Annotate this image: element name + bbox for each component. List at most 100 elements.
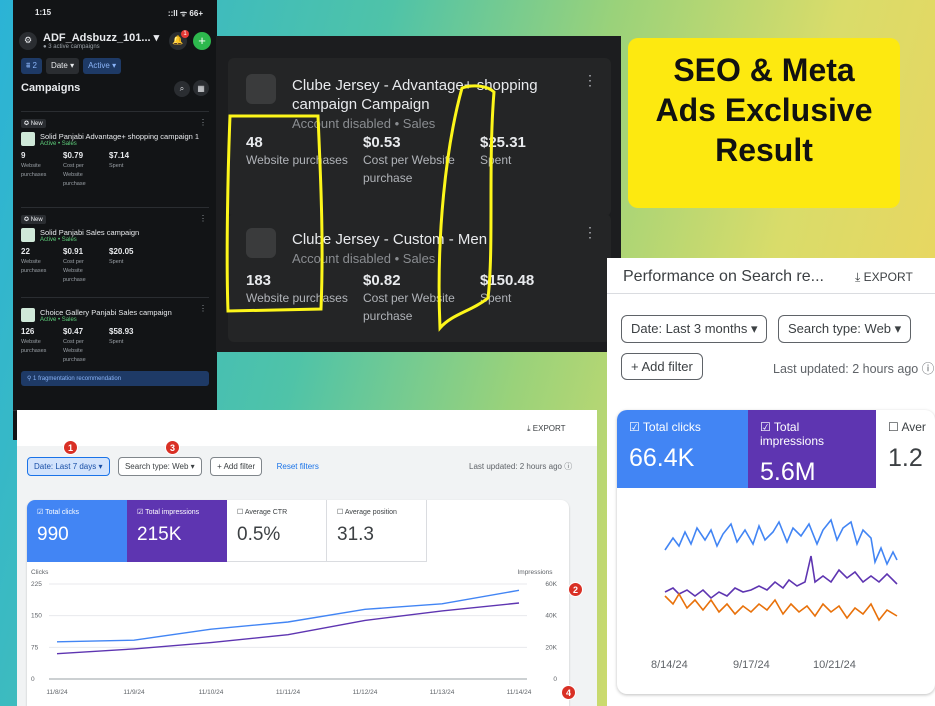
marker-badge: 2 (568, 582, 583, 597)
create-button[interactable]: + (193, 31, 211, 50)
campaign-name: Solid Panjabi Sales campaign (40, 227, 140, 237)
x-tick-label: 11/13/24 (430, 689, 455, 696)
average-position-card[interactable]: ☐ Average position 31.3 (327, 500, 427, 562)
add-filter-button[interactable]: + Add filter (621, 353, 703, 380)
trend-chart: 8/14/24 9/17/24 10/21/24 (651, 518, 898, 671)
active-filter-chip[interactable]: Active ▾ (83, 58, 122, 74)
table-view-icon[interactable]: ▦ (193, 80, 209, 96)
new-badge: ✪ New (21, 214, 46, 224)
checkbox-icon: ☑ (760, 420, 771, 434)
metric-label: Spent (109, 338, 124, 345)
recommendation-banner[interactable]: ⚲ 1 fragmentation recommendation (21, 370, 209, 386)
more-options-icon[interactable]: ⋮ (199, 304, 207, 313)
more-options-icon[interactable]: ⋮ (199, 118, 207, 127)
last-updated: Last updated: 2 hours ago ⓘ (469, 461, 572, 472)
yellow-highlight-marks (225, 84, 496, 332)
campaign-card[interactable]: ✪ New ⋮ Solid Panjabi Sales campaign Acti… (21, 206, 209, 283)
metrics-chart-card: ☑ Total clicks 66.4K ☑ Total impressions… (617, 410, 935, 694)
add-filter-button[interactable]: + Add filter (210, 457, 263, 476)
search-type-filter[interactable]: Search type: Web ▾ (777, 315, 912, 343)
metric-value: $20.05 (109, 246, 134, 256)
last-updated-text: Last updated: 2 hours ago (469, 462, 562, 471)
date-filter-label: Date: Last 7 days (34, 462, 97, 471)
total-impressions-card[interactable]: ☑ Total impressions 215K (127, 500, 227, 562)
campaign-thumbnail (21, 227, 35, 242)
gear-icon[interactable]: ⚙ (19, 31, 37, 50)
y-tick-label: 225 (31, 581, 42, 588)
impressions-line (664, 555, 898, 600)
help-icon[interactable]: ⓘ (922, 362, 935, 376)
y2-tick-label: 40K (545, 613, 557, 620)
filter-row: Date: Last 3 months ▾ Search type: Web ▾ (621, 315, 912, 343)
total-clicks-card[interactable]: ☑ Total clicks 66.4K (617, 410, 748, 488)
metric-value: 9 (21, 150, 26, 160)
highlight-right (437, 84, 496, 332)
chevron-down-icon: ▾ (153, 32, 160, 44)
date-filter[interactable]: Date: Last 3 months ▾ (621, 315, 768, 343)
average-ctr-card[interactable]: ☐ Aver 1.2 (876, 410, 935, 488)
account-name: ADF_Adsbuzz_101... (43, 32, 151, 44)
total-impressions-card[interactable]: ☑ Total impressions 5.6M (748, 410, 876, 488)
campaign-card[interactable]: ⋮ Choice Gallery Panjabi Sales campaign A… (21, 296, 209, 363)
promo-label: SEO & Meta Ads Exclusive Result (628, 38, 900, 208)
campaign-thumbnail (21, 131, 35, 146)
meta-ads-phone-screen: 1:15 ::ll ᯤ 66+ ⚙ ADF_Adsbuzz_101... ▾ ●… (13, 0, 217, 440)
x-tick-label: 8/14/24 (651, 659, 688, 671)
checkbox-icon: ☐ (888, 420, 899, 434)
checkbox-icon: ☑ (37, 509, 44, 516)
y-tick-label: 150 (31, 613, 42, 620)
reset-filters-link[interactable]: Reset filters (277, 462, 319, 471)
status-time: 1:15 (35, 8, 52, 17)
export-button[interactable]: ⤓ EXPORT (527, 424, 566, 434)
metric-value: 1.2 (888, 444, 923, 472)
search-icon[interactable]: ⌕ (174, 80, 190, 97)
date-filter-chip[interactable]: Date ▾ (45, 58, 80, 74)
metric-value: 31.3 (337, 524, 374, 545)
search-type-filter[interactable]: Search type: Web ▾ (117, 457, 202, 476)
metric-value: $0.47 (63, 326, 84, 336)
notification-badge: 1 (181, 29, 189, 38)
bell-icon[interactable]: 🔔 1 (169, 29, 189, 50)
account-info[interactable]: ADF_Adsbuzz_101... ▾ ● 3 active campaign… (43, 31, 163, 50)
x-tick-label: 11/11/24 (276, 689, 301, 696)
date-filter-label: Date: Last 3 months (631, 321, 748, 336)
filter-row: Date: Last 7 days ▾ Search type: Web ▾ +… (27, 456, 319, 476)
export-button[interactable]: ⤓ EXPORT (855, 270, 913, 285)
metric-label: Cost per Website purchase (63, 258, 86, 283)
y2-tick-label: 0 (553, 676, 557, 683)
marker-badge: 4 (561, 685, 576, 700)
metric-label: Total impressions (145, 509, 200, 516)
search-console-7-days: ⤓ EXPORT Date: Last 7 days ▾ Search type… (17, 410, 597, 706)
add-filter-label: Add filter (223, 462, 256, 471)
export-label: EXPORT (532, 424, 566, 433)
metric-value: 5.6M (760, 458, 816, 486)
filter-count-chip[interactable]: ⩩ 2 (21, 58, 42, 74)
campaign-thumbnail (21, 307, 35, 322)
search-console-3-months: Performance on Search re... ⤓ EXPORT Dat… (607, 258, 935, 706)
checkbox-icon: ☑ (629, 420, 640, 434)
average-ctr-card[interactable]: ☐ Average CTR 0.5% (227, 500, 327, 562)
campaign-name: Solid Panjabi Advantage+ shopping campai… (40, 131, 200, 141)
date-filter[interactable]: Date: Last 7 days ▾ (27, 457, 110, 476)
status-bar: 1:15 ::ll ᯤ 66+ (13, 0, 217, 19)
campaign-status: Active • Sales (40, 236, 77, 243)
metric-value: 990 (37, 524, 69, 545)
status-icons: ::ll ᯤ 66+ (167, 9, 203, 18)
promo-line: Ads Exclusive (655, 92, 873, 128)
more-options-icon[interactable]: ⋮ (199, 214, 207, 223)
metric-value: 126 (21, 326, 35, 336)
metric-value: 22 (21, 246, 30, 256)
help-icon[interactable]: ⓘ (564, 462, 572, 471)
divider (607, 293, 935, 294)
marker-badge: 1 (63, 440, 78, 455)
highlight-left (225, 114, 324, 313)
campaign-card[interactable]: ✪ New ⋮ Solid Panjabi Advantage+ shoppin… (21, 110, 209, 187)
campaign-status: Active • Sales (40, 316, 77, 323)
metric-label: Total clicks (642, 420, 701, 434)
export-label: EXPORT (863, 270, 913, 284)
y-axis-title: Clicks (31, 569, 49, 576)
last-updated: Last updated: 2 hours ago ⓘ (773, 358, 934, 377)
total-clicks-card[interactable]: ☑ Total clicks 990 (27, 500, 127, 562)
performance-title-row: Performance on Search re... (623, 268, 824, 286)
x-tick-label: 11/9/24 (123, 689, 145, 696)
